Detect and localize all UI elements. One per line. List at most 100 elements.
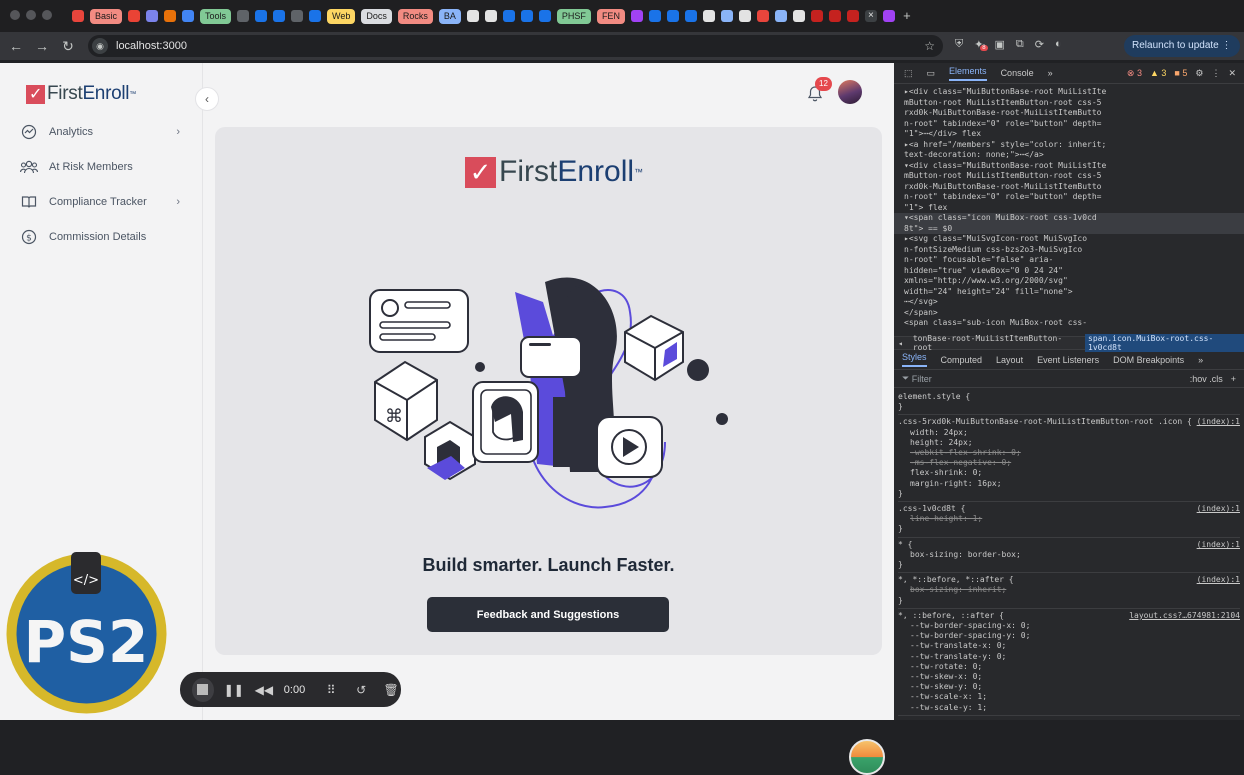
collapse-sidebar-button[interactable]: ‹ (195, 87, 219, 111)
tab-group-chip[interactable]: PHSF (556, 8, 591, 24)
tab-favicon-icon[interactable] (774, 10, 787, 22)
pause-icon[interactable]: ❚❚ (224, 679, 244, 701)
more-tabs-icon[interactable]: » (1198, 355, 1203, 365)
extension-icon[interactable]: ▣ (994, 38, 1004, 51)
tab-favicon-icon[interactable] (684, 10, 697, 22)
code-line[interactable]: "1"> flex (894, 203, 1244, 214)
code-line[interactable]: "1">⋯</div> flex (894, 129, 1244, 140)
code-line[interactable]: ▾<div class="MuiButtonBase-root MuiListI… (894, 161, 1244, 172)
tab-favicon-icon[interactable] (182, 10, 195, 22)
trash-icon[interactable]: 🗑 (381, 679, 401, 701)
restart-icon[interactable]: ↺ (351, 679, 371, 701)
stop-icon[interactable] (192, 677, 214, 702)
code-line[interactable]: xmlns="http://www.w3.org/2000/svg" (894, 276, 1244, 287)
close-tab-icon[interactable]: × (864, 10, 877, 22)
minimize-window-icon[interactable] (26, 10, 36, 20)
device-toolbar-icon[interactable]: ▭ (927, 68, 936, 79)
address-bar[interactable]: ◉ localhost:3000 ☆ (88, 35, 943, 57)
forward-icon[interactable]: → (29, 33, 55, 59)
more-options-icon[interactable]: ⋮ (1211, 68, 1220, 79)
filter-input[interactable]: Filter (912, 374, 932, 384)
github-icon[interactable] (702, 10, 715, 22)
tab-event-listeners[interactable]: Event Listeners (1037, 355, 1099, 365)
css-property[interactable]: margin-right: 16px; (898, 479, 1240, 489)
rule-selector[interactable]: element.style { (898, 392, 970, 402)
settings-gear-icon[interactable]: ⚙ (1195, 68, 1203, 79)
feedback-button[interactable]: Feedback and Suggestions (427, 597, 669, 632)
code-line[interactable]: ▸<div class="MuiButtonBase-root MuiListI… (894, 87, 1244, 98)
rule-selector[interactable]: *, *::before, *::after { (898, 575, 1014, 585)
css-property[interactable]: --tw-scale-y: 1; (898, 703, 1240, 713)
github-icon[interactable] (466, 10, 479, 22)
tab-favicon-icon[interactable] (882, 10, 895, 22)
grid-icon[interactable]: ⠿ (321, 679, 341, 701)
tab-favicon-icon[interactable] (273, 10, 286, 22)
rule-source-link[interactable]: layout.css?…674981:2104 (1129, 611, 1240, 621)
code-line[interactable]: text-decoration: none;">⋯</a> (894, 150, 1244, 161)
record-icon[interactable] (72, 10, 84, 22)
code-line[interactable]: width="24" height="24" fill="none"> (894, 287, 1244, 298)
breadcrumb-back-icon[interactable]: ◂ (898, 339, 903, 348)
code-line[interactable]: ▸<a href="/members" style="color: inheri… (894, 140, 1244, 151)
tab-styles[interactable]: Styles (902, 352, 927, 367)
tab-group-chip[interactable]: Tools (200, 8, 232, 24)
avatar[interactable] (838, 80, 862, 104)
code-line[interactable]: n-fontSizeMedium css-bzs2o3-MuiSvgIco (894, 245, 1244, 256)
chat-bubble-avatar[interactable] (849, 739, 885, 775)
github-icon[interactable] (484, 10, 497, 22)
tab-favicon-icon[interactable] (828, 10, 841, 22)
code-line-selected[interactable]: ▾<span class="icon MuiBox-root css-1v0cd (894, 213, 1244, 224)
code-line[interactable]: rxd0k-MuiButtonBase-root-MuiListItemButt… (894, 182, 1244, 193)
css-property-overridden[interactable]: -ms-flex-negative: 0; (898, 458, 1240, 468)
reload-icon[interactable]: ↻ (55, 33, 81, 59)
code-line[interactable]: n-root" tabindex="0" role="button" depth… (894, 119, 1244, 130)
code-line[interactable]: hidden="true" viewBox="0 0 24 24" (894, 266, 1244, 277)
tab-favicon-icon[interactable] (846, 10, 859, 22)
more-tabs-icon[interactable]: » (1048, 68, 1053, 78)
rule-selector[interactable]: .css-1v0cd8t { (898, 504, 965, 514)
issue-count[interactable]: ■ 5 (1174, 68, 1187, 79)
google-icon[interactable] (738, 10, 751, 22)
back-icon[interactable]: ← (3, 33, 29, 59)
site-info-icon[interactable]: ◉ (92, 38, 108, 54)
tab-group-chip[interactable]: FEN (596, 8, 625, 24)
firstenroll-logo[interactable]: ✓ First Enroll ™ (26, 83, 136, 105)
code-line[interactable]: <span class="sub-icon MuiBox-root css- (894, 318, 1244, 329)
tab-favicon-icon[interactable] (237, 10, 250, 22)
code-line[interactable]: mButton-root MuiListItemButton-root css-… (894, 98, 1244, 109)
close-icon[interactable]: ✕ (1228, 68, 1236, 79)
rule-source-link[interactable]: (index):1 (1197, 540, 1240, 550)
tab-group-chip[interactable]: Rocks (397, 8, 433, 24)
tab-favicon-icon[interactable] (309, 10, 322, 22)
profile-icon[interactable]: ◐ (1055, 38, 1062, 51)
css-property-overridden[interactable]: box-sizing: inherit; (898, 585, 1240, 595)
code-line[interactable]: n-root" tabindex="0" role="button" depth… (894, 192, 1244, 203)
css-property[interactable]: --tw-translate-y: 0; (898, 652, 1240, 662)
extension-icon[interactable]: ⟳ (1035, 38, 1044, 51)
tab-dom-breakpoints[interactable]: DOM Breakpoints (1113, 355, 1184, 365)
css-property[interactable]: --tw-skew-x: 0; (898, 672, 1240, 682)
tab-favicon-icon[interactable] (756, 10, 769, 22)
gmail-icon[interactable] (128, 10, 141, 22)
close-window-icon[interactable] (10, 10, 20, 20)
inspect-icon[interactable]: ⬚ (904, 68, 913, 79)
css-property[interactable]: flex-shrink: 0; (898, 468, 1240, 478)
css-property-overridden[interactable]: line-height: 1; (898, 514, 1240, 524)
css-property[interactable]: height: 24px; (898, 438, 1240, 448)
css-property[interactable]: --tw-border-spacing-x: 0; (898, 621, 1240, 631)
code-line-selected[interactable]: 8t"> == $0 (894, 223, 1244, 234)
tab-favicon-icon[interactable] (666, 10, 679, 22)
code-line[interactable]: n-root" focusable="false" aria- (894, 255, 1244, 266)
rule-source-link[interactable]: (index):1 (1197, 504, 1240, 514)
sidebar-item-commission-details[interactable]: $ Commission Details (20, 224, 185, 250)
code-line[interactable]: rxd0k-MuiButtonBase-root-MuiListItemButt… (894, 108, 1244, 119)
rule-selector[interactable]: * { (898, 540, 912, 550)
add-rule-icon[interactable]: + (1231, 374, 1236, 384)
rule-selector[interactable]: *, ::before, ::after { (898, 611, 1004, 621)
tab-favicon-icon[interactable] (502, 10, 515, 22)
relaunch-button[interactable]: Relaunch to update ⋮ (1124, 35, 1240, 57)
code-line[interactable]: </span> (894, 308, 1244, 319)
bookmark-star-icon[interactable]: ☆ (924, 39, 935, 53)
hov-cls-toggle[interactable]: :hov .cls (1190, 374, 1223, 384)
tab-console[interactable]: Console (1001, 68, 1034, 78)
